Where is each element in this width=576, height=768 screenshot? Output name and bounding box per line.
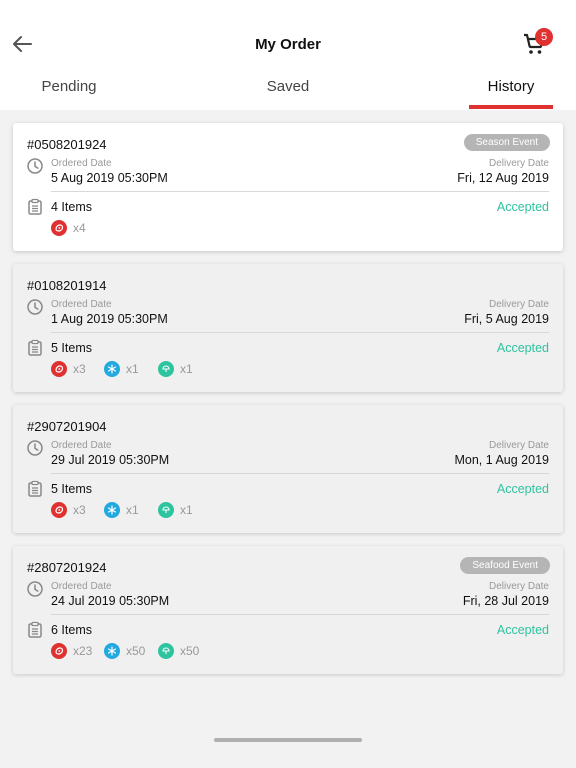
event-badge: Seafood Event xyxy=(460,557,550,574)
category-item: x3 xyxy=(51,502,86,518)
order-card[interactable]: #0108201914 Ordered Date 1 Aug 2019 05:30P… xyxy=(13,264,563,392)
category-item: x1 xyxy=(104,502,139,518)
meat-icon xyxy=(51,643,67,659)
order-number: #2907201904 xyxy=(27,419,107,434)
category-quantity: x23 xyxy=(73,644,93,658)
event-badge: Season Event xyxy=(463,134,550,151)
order-status: Accepted xyxy=(496,623,549,637)
clock-icon xyxy=(27,158,43,174)
clipboard-list-icon xyxy=(28,621,42,638)
clock-icon xyxy=(27,299,43,315)
category-item: x1 xyxy=(158,361,193,377)
page-title: My Order xyxy=(255,36,321,53)
ordered-date: 5 Aug 2019 05:30PM xyxy=(51,171,168,185)
ordered-date: 24 Jul 2019 05:30PM xyxy=(51,594,170,608)
category-quantity: x50 xyxy=(180,644,200,658)
ordered-date: 29 Jul 2019 05:30PM xyxy=(51,453,170,467)
category-quantity: x1 xyxy=(126,503,139,517)
items-count: 4 Items xyxy=(51,200,92,214)
order-status: Accepted xyxy=(496,341,549,355)
cart-count-badge: 5 xyxy=(535,28,553,46)
order-status: Accepted xyxy=(496,482,549,496)
items-count: 5 Items xyxy=(51,341,92,355)
meat-icon xyxy=(51,502,67,518)
active-tab-indicator xyxy=(469,105,553,109)
order-card[interactable]: #2807201924 Seafood Event Ordered Date 24 J… xyxy=(13,546,563,674)
tab-pending[interactable]: Pending xyxy=(20,76,118,110)
delivery-date-label: Delivery Date xyxy=(488,440,549,451)
category-quantity: x1 xyxy=(180,362,193,376)
order-number: #0508201924 xyxy=(27,137,107,152)
delivery-date: Mon, 1 Aug 2019 xyxy=(454,453,549,467)
tab-saved[interactable]: Saved xyxy=(238,76,338,110)
ordered-date-label: Ordered Date xyxy=(51,299,112,310)
order-number: #2807201924 xyxy=(27,560,107,575)
category-item: x1 xyxy=(158,502,193,518)
vegetable-icon xyxy=(158,361,174,377)
card-divider xyxy=(51,473,549,474)
card-divider xyxy=(51,332,549,333)
ordered-date-label: Ordered Date xyxy=(51,440,112,451)
frozen-icon xyxy=(104,361,120,377)
delivery-date: Fri, 5 Aug 2019 xyxy=(464,312,549,326)
category-item: x1 xyxy=(104,361,139,377)
category-item: x50 xyxy=(104,643,145,659)
vegetable-icon xyxy=(158,502,174,518)
home-indicator xyxy=(214,738,362,742)
frozen-icon xyxy=(104,502,120,518)
category-quantity: x50 xyxy=(126,644,146,658)
delivery-date-label: Delivery Date xyxy=(488,299,549,310)
top-bar: My Order 5 Pending Saved History xyxy=(0,0,576,110)
order-status: Accepted xyxy=(496,200,549,214)
vegetable-icon xyxy=(158,643,174,659)
delivery-date: Fri, 28 Jul 2019 xyxy=(462,594,549,608)
items-count: 5 Items xyxy=(51,482,92,496)
category-quantity: x1 xyxy=(126,362,139,376)
card-divider xyxy=(51,614,549,615)
meat-icon xyxy=(51,220,67,236)
order-card[interactable]: #0508201924 Season Event Ordered Date 5 Aug… xyxy=(13,123,563,251)
ordered-date: 1 Aug 2019 05:30PM xyxy=(51,312,168,326)
category-item: x50 xyxy=(158,643,199,659)
delivery-date: Fri, 12 Aug 2019 xyxy=(457,171,549,185)
category-quantity: x4 xyxy=(73,221,86,235)
clock-icon xyxy=(27,440,43,456)
delivery-date-label: Delivery Date xyxy=(488,581,549,592)
delivery-date-label: Delivery Date xyxy=(488,158,549,169)
frozen-icon xyxy=(104,643,120,659)
category-item: x4 xyxy=(51,220,86,236)
ordered-date-label: Ordered Date xyxy=(51,581,112,592)
items-count: 6 Items xyxy=(51,623,92,637)
clipboard-list-icon xyxy=(28,480,42,497)
card-divider xyxy=(51,191,549,192)
category-quantity: x1 xyxy=(180,503,193,517)
order-number: #0108201914 xyxy=(27,278,107,293)
order-card[interactable]: #2907201904 Ordered Date 29 Jul 2019 05:30… xyxy=(13,405,563,533)
ordered-date-label: Ordered Date xyxy=(51,158,112,169)
category-quantity: x3 xyxy=(73,362,86,376)
category-quantity: x3 xyxy=(73,503,86,517)
clipboard-list-icon xyxy=(28,198,42,215)
clock-icon xyxy=(27,581,43,597)
category-item: x23 xyxy=(51,643,92,659)
clipboard-list-icon xyxy=(28,339,42,356)
meat-icon xyxy=(51,361,67,377)
category-item: x3 xyxy=(51,361,86,377)
